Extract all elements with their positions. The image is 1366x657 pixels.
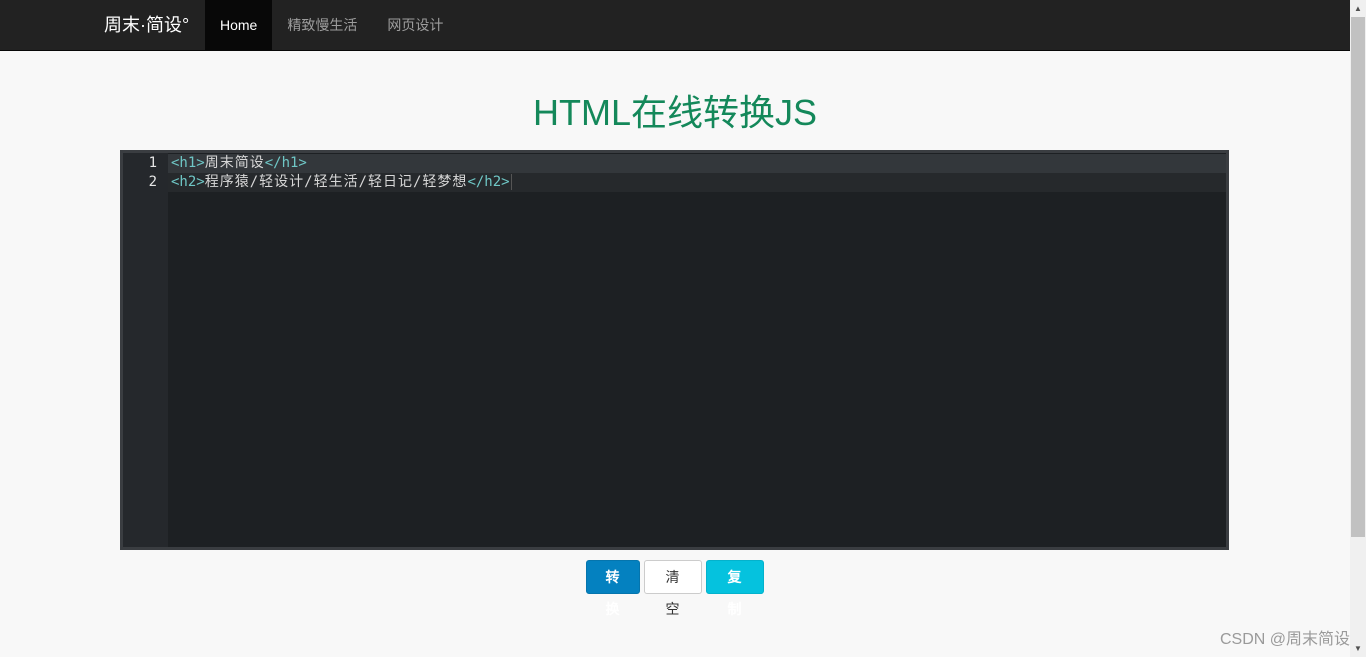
watermark: CSDN @周末简设 [1219, 631, 1350, 648]
line-number: 2 [148, 174, 157, 190]
code-editor[interactable]: 1 2 <h1>周末简设</h1> <h2>程序猿/轻设计/轻生活/轻日记/轻梦… [120, 150, 1229, 550]
brand-logo[interactable]: 周末·简设° [104, 0, 189, 50]
code-open-tag: <h1> [171, 155, 205, 171]
code-text: 程序猿/轻设计/轻生活/轻日记/轻梦想 [204, 174, 468, 190]
clear-button[interactable]: 清 空 [644, 560, 702, 617]
line-number: 1 [148, 155, 157, 171]
line-number-gutter: 1 2 [123, 153, 168, 547]
code-close-tag: </h1> [264, 155, 307, 171]
action-buttons: 转换 清 空 复 制 [586, 560, 764, 617]
code-line[interactable]: <h2>程序猿/轻设计/轻生活/轻日记/轻梦想</h2> [168, 173, 1226, 192]
scroll-down-icon[interactable]: ▼ [1350, 640, 1366, 657]
nav-menu: Home 精致慢生活 网页设计 [205, 0, 458, 50]
convert-button[interactable]: 转换 [586, 560, 640, 617]
code-text: 周末简设 [204, 155, 265, 171]
nav-item-home[interactable]: Home [205, 0, 273, 50]
code-open-tag: <h2> [171, 174, 205, 190]
page-scrollbar[interactable]: ▲ ▼ [1350, 0, 1366, 657]
copy-button[interactable]: 复 制 [706, 560, 764, 617]
top-navbar: 周末·简设° Home 精致慢生活 网页设计 [0, 0, 1350, 51]
page-title: HTML在线转换JS [532, 92, 817, 133]
code-line[interactable]: <h1>周末简设</h1> [168, 154, 1226, 173]
scroll-up-icon[interactable]: ▲ [1350, 0, 1366, 17]
scroll-thumb[interactable] [1351, 17, 1365, 537]
nav-item-slow-life[interactable]: 精致慢生活 [272, 0, 372, 50]
code-close-tag: </h2> [467, 174, 512, 190]
nav-item-web-design[interactable]: 网页设计 [372, 0, 458, 50]
